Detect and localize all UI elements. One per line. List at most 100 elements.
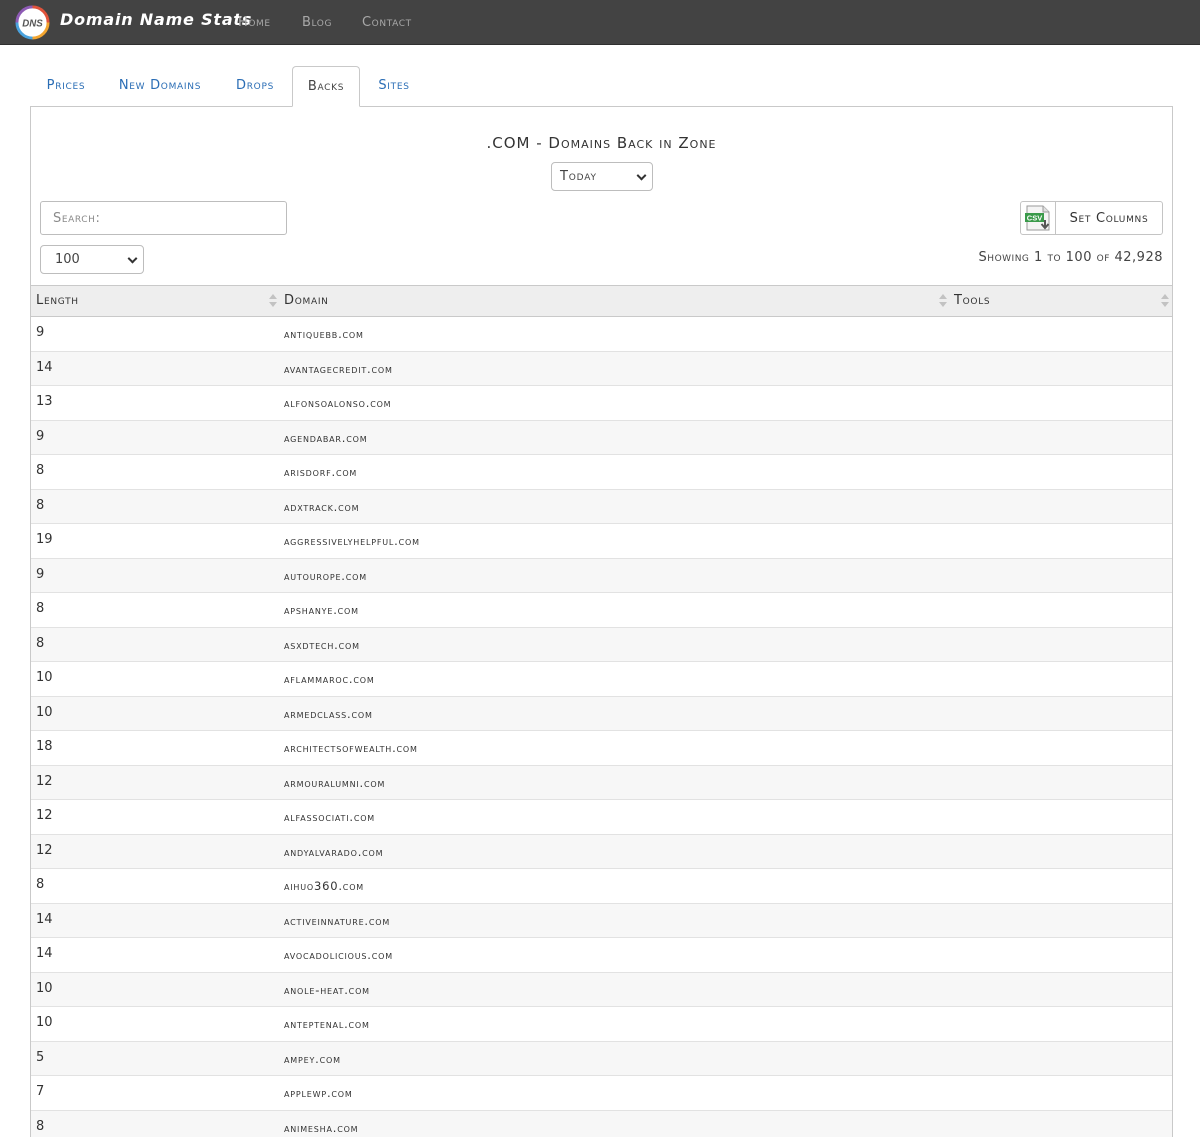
cell-length: 10 (36, 980, 53, 996)
table-row: 8 APSHANYE.COM (31, 593, 1172, 628)
tab-backs[interactable]: Backs (292, 66, 360, 107)
cell-length: 8 (36, 497, 45, 513)
table-row: 18 ARCHITECTSOFWEALTH.COM (31, 731, 1172, 766)
tab-drops[interactable]: Drops (222, 66, 288, 107)
table-row: 9 ANTIQUEBB.COM (31, 317, 1172, 352)
table-row: 8 ARISDORF.COM (31, 455, 1172, 490)
csv-file-icon: CSV (1025, 205, 1050, 231)
cell-length: 14 (36, 359, 53, 375)
cell-domain[interactable]: APPLEWP.COM (284, 1086, 353, 1100)
table-row: 8 ADXTRACK.COM (31, 489, 1172, 524)
set-columns-button[interactable]: Set Columns (1056, 202, 1162, 234)
cell-length: 7 (36, 1084, 45, 1099)
page-size-select[interactable]: 100 (40, 245, 144, 274)
chevron-down-icon (636, 170, 647, 181)
table-header: Length Domain Tools (31, 285, 1172, 317)
cell-domain[interactable]: ALFONSOALONSO.COM (284, 396, 391, 410)
table-row: 13 ALFONSOALONSO.COM (31, 386, 1172, 421)
cell-length: 14 (36, 911, 53, 927)
cell-length: 8 (36, 601, 45, 616)
cell-domain[interactable]: AVOCADOLICIOUS.COM (284, 948, 393, 962)
table-row: 10 ANTEPTENAL.COM (31, 1007, 1172, 1042)
table-row: 14 AVANTAGECREDIT.COM (31, 351, 1172, 386)
cell-length: 10 (36, 670, 53, 685)
cell-length: 12 (36, 842, 53, 858)
cell-domain[interactable]: ANTEPTENAL.COM (284, 1017, 370, 1031)
cell-domain[interactable]: ANOLE-HEAT.COM (284, 983, 370, 997)
search-input[interactable] (40, 201, 287, 235)
cell-domain[interactable]: AMPEY.COM (284, 1052, 341, 1066)
tab-sites[interactable]: Sites (366, 66, 422, 107)
nav-blog[interactable]: Blog (302, 15, 332, 30)
period-select[interactable]: Today (551, 162, 653, 191)
cell-domain[interactable]: AIHUO360.COM (284, 879, 364, 893)
table-row: 10 AFLAMMAROC.COM (31, 662, 1172, 697)
logo-text: DNS (22, 18, 43, 29)
showing-count: Showing 1 to 100 of 42,928 (978, 250, 1163, 265)
nav-contact[interactable]: Contact (362, 15, 412, 30)
tab-prices[interactable]: Prices (33, 66, 99, 107)
dns-logo-icon[interactable]: DNS (15, 5, 50, 40)
top-navbar: DNS Domain Name Stats Home Blog Contact (0, 0, 1200, 45)
cell-domain[interactable]: AGGRESSIVELYHELPFUL.COM (284, 534, 420, 548)
cell-length: 18 (36, 739, 53, 754)
cell-domain[interactable]: ARMEDCLASS.COM (284, 707, 373, 721)
column-header-tools[interactable]: Tools (954, 293, 990, 308)
cell-domain[interactable]: ANDYALVARADO.COM (284, 845, 383, 859)
cell-length: 9 (36, 566, 45, 582)
cell-domain[interactable]: ACTIVEINNATURE.COM (284, 914, 390, 928)
cell-length: 9 (36, 428, 45, 444)
cell-domain[interactable]: ANIMESHA.COM (284, 1121, 358, 1135)
cell-length: 8 (36, 463, 45, 478)
sort-icon[interactable] (939, 294, 947, 308)
cell-domain[interactable]: AVANTAGECREDIT.COM (284, 362, 393, 376)
table-row: 9 AGENDABAR.COM (31, 420, 1172, 455)
cell-domain[interactable]: ANTIQUEBB.COM (284, 327, 364, 341)
page-size-value: 100 (55, 252, 80, 267)
cell-length: 10 (36, 1015, 53, 1030)
table-row: 10 ANOLE-HEAT.COM (31, 972, 1172, 1007)
cell-length: 5 (36, 1049, 45, 1065)
tab-new-domains[interactable]: New Domains (108, 66, 212, 107)
cell-domain[interactable]: AFLAMMAROC.COM (284, 672, 375, 686)
page-title: .COM - Domains Back in Zone (486, 134, 717, 152)
table-row: 14 AVOCADOLICIOUS.COM (31, 938, 1172, 973)
cell-length: 12 (36, 773, 53, 789)
table-row: 8 ASXDTECH.COM (31, 627, 1172, 662)
chevron-down-icon (127, 253, 138, 264)
table-row: 10 ARMEDCLASS.COM (31, 696, 1172, 731)
cell-domain[interactable]: ALFASSOCIATI.COM (284, 810, 375, 824)
brand-name[interactable]: Domain Name Stats (60, 10, 252, 29)
cell-domain[interactable]: AUTOUROPE.COM (284, 569, 367, 583)
cell-domain[interactable]: APSHANYE.COM (284, 603, 359, 617)
sort-icon[interactable] (1161, 294, 1169, 308)
table-row: 12 ALFASSOCIATI.COM (31, 800, 1172, 835)
table-row: 12 ANDYALVARADO.COM (31, 834, 1172, 869)
period-select-value: Today (560, 169, 597, 184)
cell-length: 8 (36, 1118, 45, 1134)
cell-length: 13 (36, 394, 53, 409)
cell-length: 12 (36, 808, 53, 823)
table-row: 19 AGGRESSIVELYHELPFUL.COM (31, 524, 1172, 559)
cell-domain[interactable]: ARCHITECTSOFWEALTH.COM (284, 741, 418, 755)
cell-domain[interactable]: ADXTRACK.COM (284, 500, 359, 514)
column-header-domain[interactable]: Domain (284, 293, 329, 308)
table-row: 8 ANIMESHA.COM (31, 1110, 1172, 1137)
cell-domain[interactable]: AGENDABAR.COM (284, 431, 367, 445)
table-row: 12 ARMOURALUMNI.COM (31, 765, 1172, 800)
cell-length: 14 (36, 946, 53, 961)
table-tools-buttons: CSV Set Columns (1020, 201, 1163, 235)
column-header-length[interactable]: Length (36, 293, 79, 308)
sort-icon[interactable] (269, 294, 277, 308)
csv-export-button[interactable]: CSV (1021, 202, 1056, 234)
cell-domain[interactable]: ASXDTECH.COM (284, 638, 360, 652)
table-row: 9 AUTOUROPE.COM (31, 558, 1172, 593)
cell-domain[interactable]: ARMOURALUMNI.COM (284, 776, 385, 790)
cell-length: 8 (36, 635, 45, 651)
nav-home[interactable]: Home (238, 15, 271, 30)
table-body: 9 ANTIQUEBB.COM 14 AVANTAGECREDIT.COM 13 ALFO… (31, 317, 1172, 1137)
csv-icon-text: CSV (1027, 214, 1042, 223)
table-row: 14 ACTIVEINNATURE.COM (31, 903, 1172, 938)
cell-length: 10 (36, 704, 53, 720)
cell-domain[interactable]: ARISDORF.COM (284, 465, 357, 479)
